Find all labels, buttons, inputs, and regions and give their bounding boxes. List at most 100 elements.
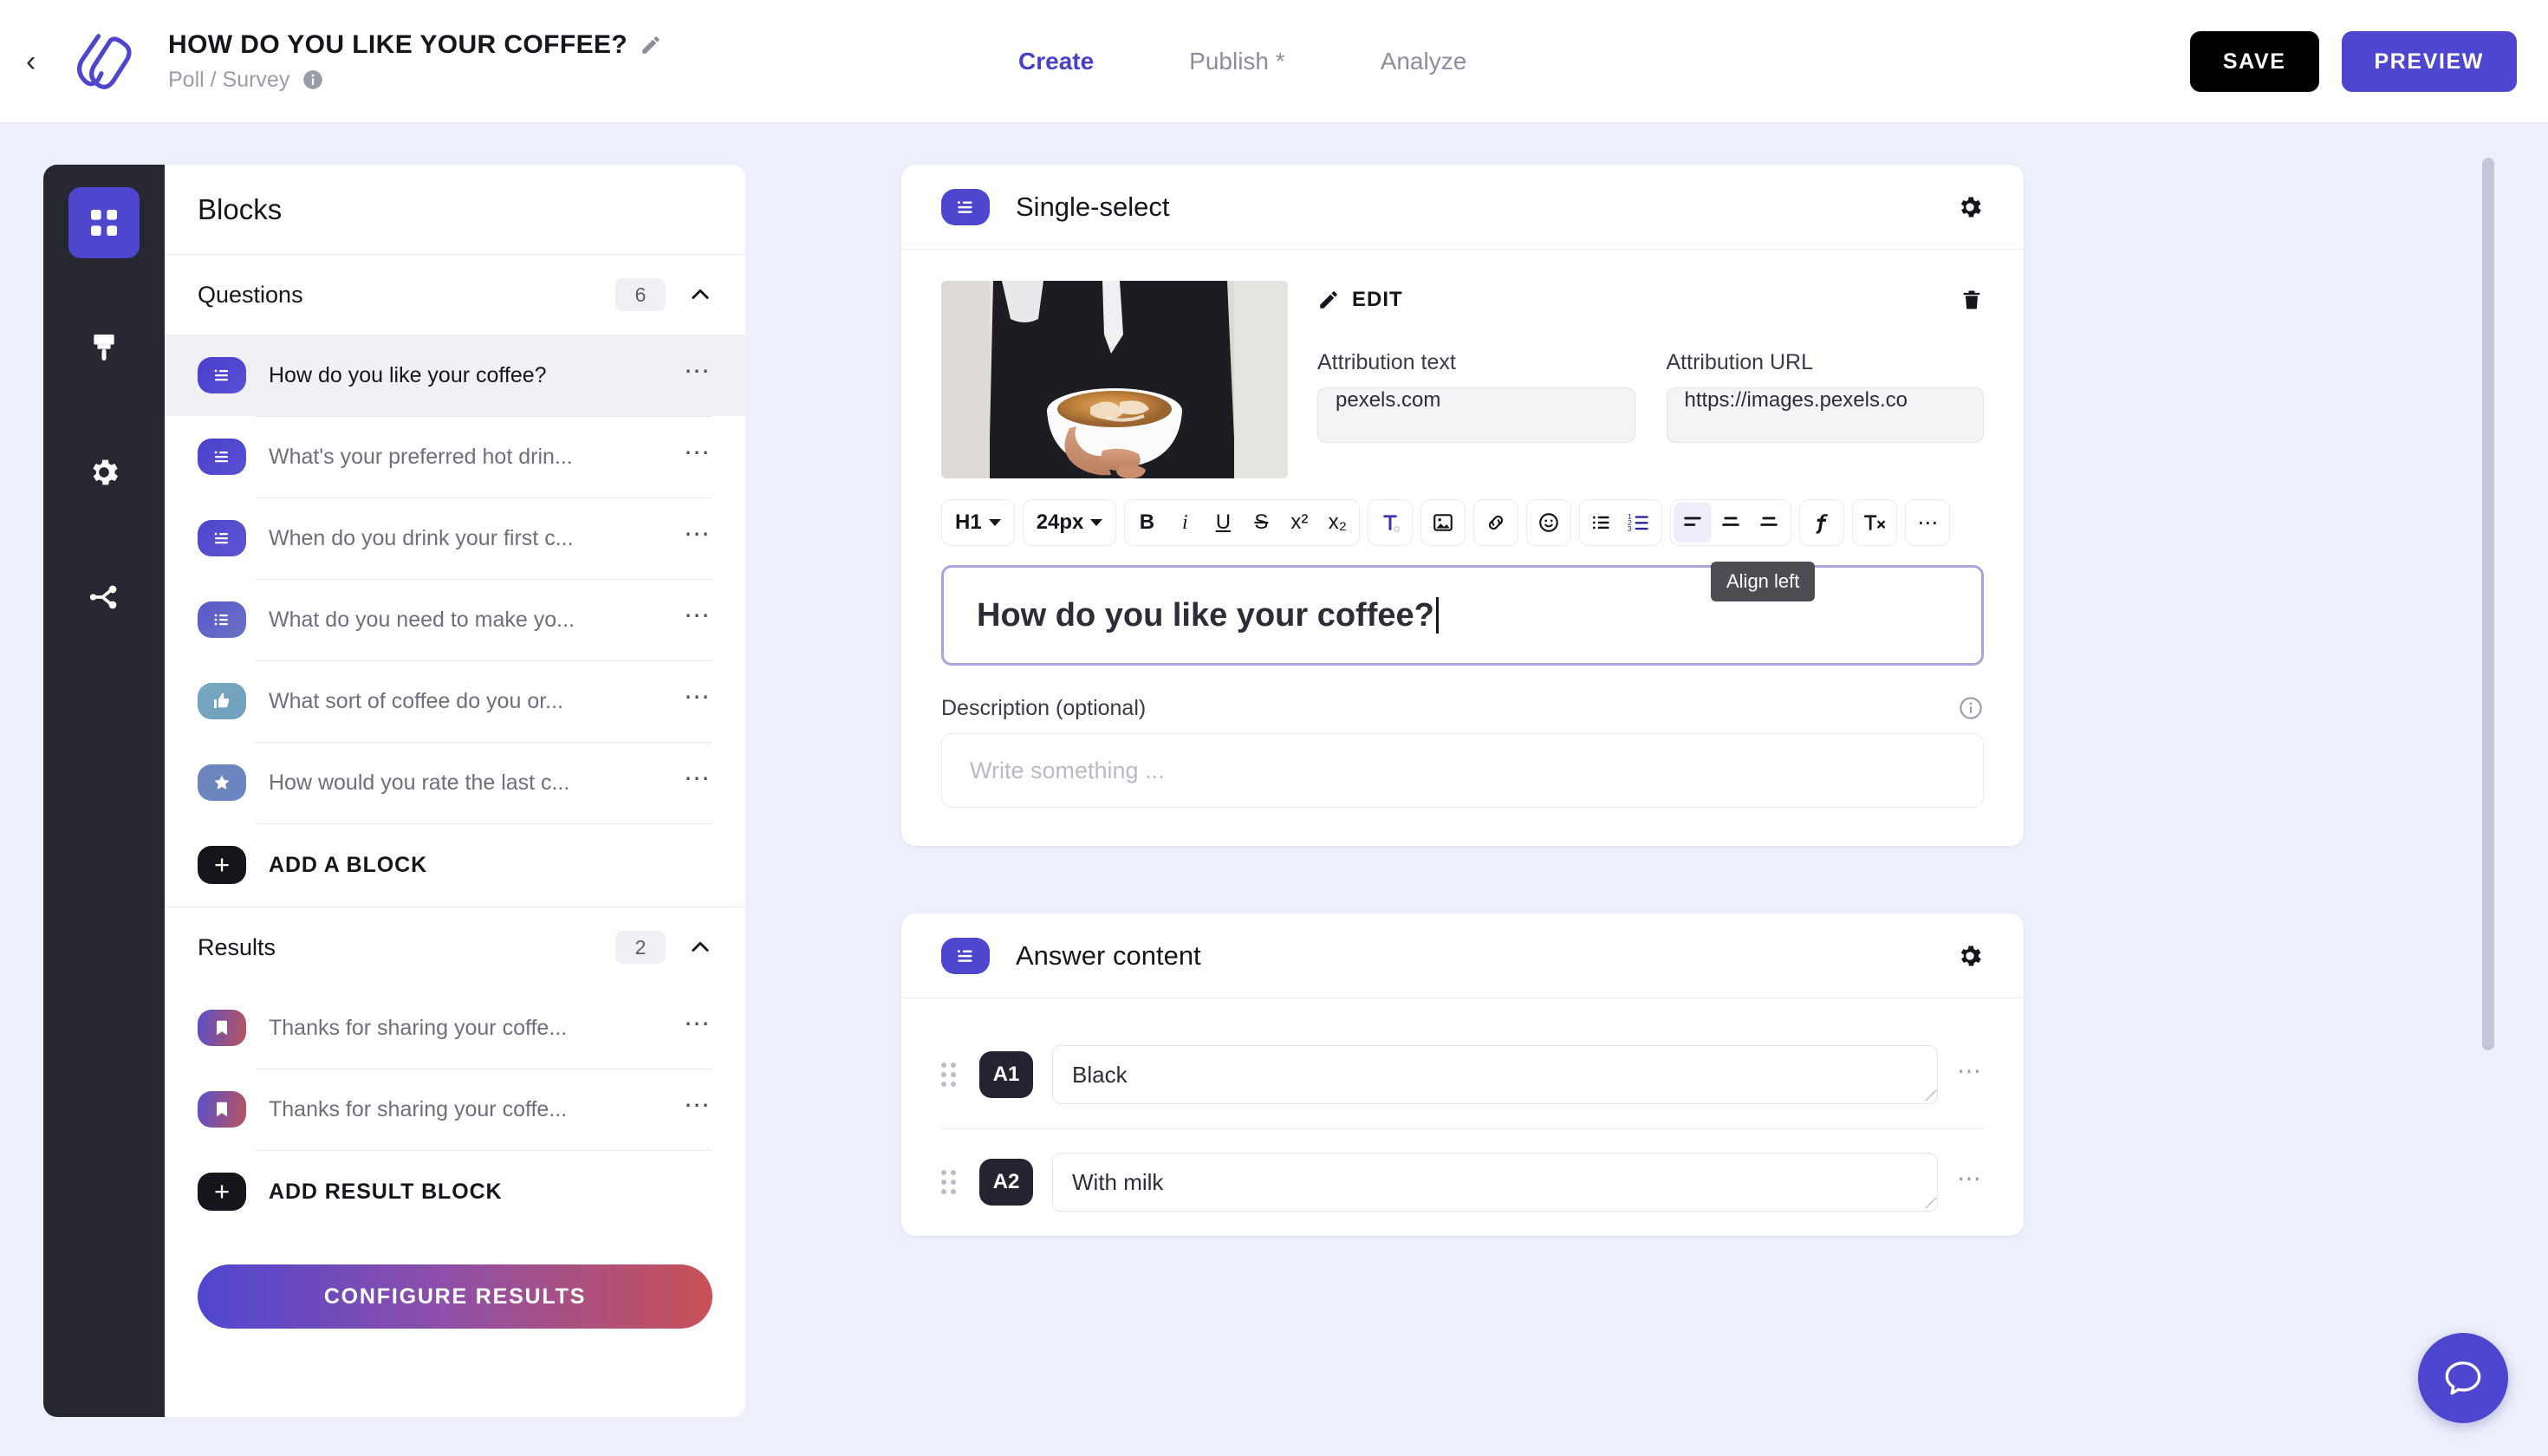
rich-text-toolbar: H1 24px B i U S x² x₂ 1 2 3 ⋯ bbox=[941, 499, 1984, 546]
sidebar-item-menu-icon[interactable]: ⋯ bbox=[684, 439, 712, 466]
rail-item-blocks[interactable] bbox=[68, 187, 140, 258]
emoji-button[interactable] bbox=[1530, 503, 1568, 543]
blocks-panel: Blocks Questions 6 How do you like your … bbox=[165, 165, 745, 1417]
drag-handle-icon[interactable] bbox=[941, 1063, 960, 1087]
questions-count-badge: 6 bbox=[615, 278, 666, 311]
question-image-thumbnail[interactable] bbox=[941, 281, 1288, 478]
sidebar-item-question-4[interactable]: What do you need to make yo... ⋯ bbox=[165, 579, 745, 660]
sidebar-item-result-1[interactable]: Thanks for sharing your coffe... ⋯ bbox=[165, 987, 745, 1069]
subscript-button[interactable]: x₂ bbox=[1318, 503, 1356, 543]
questions-group-header[interactable]: Questions 6 bbox=[165, 255, 745, 335]
font-size-select[interactable]: 24px bbox=[1026, 503, 1114, 543]
sidebar-item-question-2[interactable]: What's your preferred hot drin... ⋯ bbox=[165, 416, 745, 497]
main-scrollbar[interactable] bbox=[2482, 158, 2494, 1456]
paint-brush-icon bbox=[94, 335, 114, 361]
numbered-list-button[interactable]: 1 2 3 bbox=[1621, 503, 1659, 543]
insert-image-button[interactable] bbox=[1424, 503, 1462, 543]
chat-bubble-icon bbox=[2445, 1361, 2481, 1395]
text-color-button[interactable] bbox=[1371, 503, 1409, 543]
sidebar-item-menu-icon[interactable]: ⋯ bbox=[684, 602, 712, 629]
text-style-group: B i U S x² x₂ bbox=[1124, 499, 1361, 546]
resize-handle-icon[interactable] bbox=[1916, 1198, 1937, 1208]
align-right-button[interactable] bbox=[1750, 503, 1788, 543]
gear-icon[interactable] bbox=[1956, 193, 1984, 221]
edit-image-button[interactable]: EDIT bbox=[1317, 288, 1403, 312]
underline-button[interactable]: U bbox=[1204, 503, 1242, 543]
list-icon bbox=[198, 357, 246, 393]
preview-button[interactable]: PREVIEW bbox=[2341, 31, 2517, 92]
rail-item-design[interactable] bbox=[68, 312, 140, 383]
rail-item-share[interactable] bbox=[68, 562, 140, 633]
answer-row-menu-icon[interactable]: ⋯ bbox=[1957, 1058, 1984, 1083]
sidebar-item-question-6[interactable]: How would you rate the last c... ⋯ bbox=[165, 742, 745, 823]
bullet-list-button[interactable] bbox=[1583, 503, 1621, 543]
formula-button[interactable] bbox=[1803, 503, 1841, 543]
sidebar-item-result-2[interactable]: Thanks for sharing your coffe... ⋯ bbox=[165, 1069, 745, 1150]
align-left-button[interactable] bbox=[1674, 503, 1713, 543]
sidebar-item-menu-icon[interactable]: ⋯ bbox=[684, 765, 712, 792]
align-center-button[interactable] bbox=[1712, 503, 1750, 543]
chevron-up-icon[interactable] bbox=[688, 935, 712, 959]
sidebar-item-question-1[interactable]: How do you like your coffee? ⋯ bbox=[165, 335, 745, 416]
answer-row-menu-icon[interactable]: ⋯ bbox=[1957, 1166, 1984, 1191]
answer-card-title: Answer content bbox=[1016, 939, 1201, 971]
answer-text-input[interactable]: With milk bbox=[1052, 1153, 1938, 1212]
results-group-header[interactable]: Results 2 bbox=[165, 907, 745, 987]
sidebar-item-menu-icon[interactable]: ⋯ bbox=[684, 684, 712, 711]
insert-link-button[interactable] bbox=[1477, 503, 1515, 543]
question-card-body: EDIT Attribution text pexels.com Attribu… bbox=[901, 250, 2024, 846]
description-label: Description (optional) bbox=[941, 695, 1147, 720]
rail-item-settings[interactable] bbox=[68, 437, 140, 508]
document-subtitle: Poll / Survey bbox=[168, 67, 290, 92]
italic-button[interactable]: i bbox=[1166, 503, 1204, 543]
chat-support-button[interactable] bbox=[2418, 1333, 2508, 1423]
pencil-icon[interactable] bbox=[640, 34, 662, 56]
drag-handle-icon[interactable] bbox=[941, 1170, 960, 1194]
clear-format-button[interactable] bbox=[1856, 503, 1894, 543]
chevron-up-icon[interactable] bbox=[688, 283, 712, 307]
bookmark-icon bbox=[198, 1091, 246, 1128]
resize-handle-icon[interactable] bbox=[1916, 1090, 1937, 1101]
back-chevron-icon[interactable]: ‹ bbox=[26, 47, 61, 76]
bookmark-icon bbox=[198, 1010, 246, 1046]
tab-publish[interactable]: Publish * bbox=[1189, 48, 1285, 75]
answer-text-input[interactable]: Black bbox=[1052, 1045, 1938, 1104]
add-a-block-button[interactable]: + ADD A BLOCK bbox=[165, 823, 745, 907]
app-header: ‹ HOW DO YOU LIKE YOUR COFFEE? Poll / Su… bbox=[0, 0, 2548, 123]
question-title-editor[interactable]: How do you like your coffee? bbox=[941, 565, 1984, 666]
sidebar-item-menu-icon[interactable]: ⋯ bbox=[684, 521, 712, 548]
sidebar-item-label: When do you drink your first c... bbox=[269, 525, 574, 550]
tab-analyze[interactable]: Analyze bbox=[1381, 48, 1467, 75]
brand-logo-icon[interactable] bbox=[64, 24, 139, 99]
sidebar-item-question-5[interactable]: What sort of coffee do you or... ⋯ bbox=[165, 660, 745, 742]
insert-image-group bbox=[1420, 499, 1466, 546]
page-title: HOW DO YOU LIKE YOUR COFFEE? bbox=[168, 29, 628, 59]
info-icon[interactable] bbox=[1958, 695, 1984, 721]
attribution-text-input[interactable]: pexels.com bbox=[1317, 387, 1635, 443]
configure-results-button[interactable]: CONFIGURE RESULTS bbox=[198, 1264, 712, 1329]
clear-format-group bbox=[1852, 499, 1898, 546]
superscript-button[interactable]: x² bbox=[1280, 503, 1318, 543]
add-result-block-button[interactable]: + ADD RESULT BLOCK bbox=[165, 1150, 745, 1233]
save-button[interactable]: SAVE bbox=[2189, 31, 2319, 92]
sidebar-item-menu-icon[interactable]: ⋯ bbox=[684, 358, 712, 385]
heading-level-select[interactable]: H1 bbox=[945, 503, 1011, 543]
description-input[interactable]: Write something ... bbox=[941, 733, 1984, 808]
sidebar-item-label: How do you like your coffee? bbox=[269, 362, 547, 387]
blocks-heading: Blocks bbox=[198, 192, 283, 225]
sidebar-item-menu-icon[interactable]: ⋯ bbox=[684, 1092, 712, 1119]
sidebar-item-menu-icon[interactable]: ⋯ bbox=[684, 1011, 712, 1037]
sidebar-item-question-3[interactable]: When do you drink your first c... ⋯ bbox=[165, 497, 745, 579]
strikethrough-button[interactable]: S bbox=[1242, 503, 1280, 543]
tab-create[interactable]: Create bbox=[1018, 48, 1094, 75]
scrollbar-thumb[interactable] bbox=[2482, 158, 2494, 1050]
trash-icon[interactable] bbox=[1960, 288, 1984, 312]
formula-group bbox=[1799, 499, 1845, 546]
question-title-value: How do you like your coffee? bbox=[977, 596, 1434, 634]
attribution-url-field: Attribution URL https://images.pexels.co bbox=[1666, 350, 1984, 443]
attribution-url-input[interactable]: https://images.pexels.co bbox=[1666, 387, 1984, 443]
info-icon[interactable] bbox=[302, 68, 324, 91]
gear-icon[interactable] bbox=[1956, 942, 1984, 970]
more-tools-button[interactable]: ⋯ bbox=[1908, 503, 1947, 543]
bold-button[interactable]: B bbox=[1128, 503, 1166, 543]
